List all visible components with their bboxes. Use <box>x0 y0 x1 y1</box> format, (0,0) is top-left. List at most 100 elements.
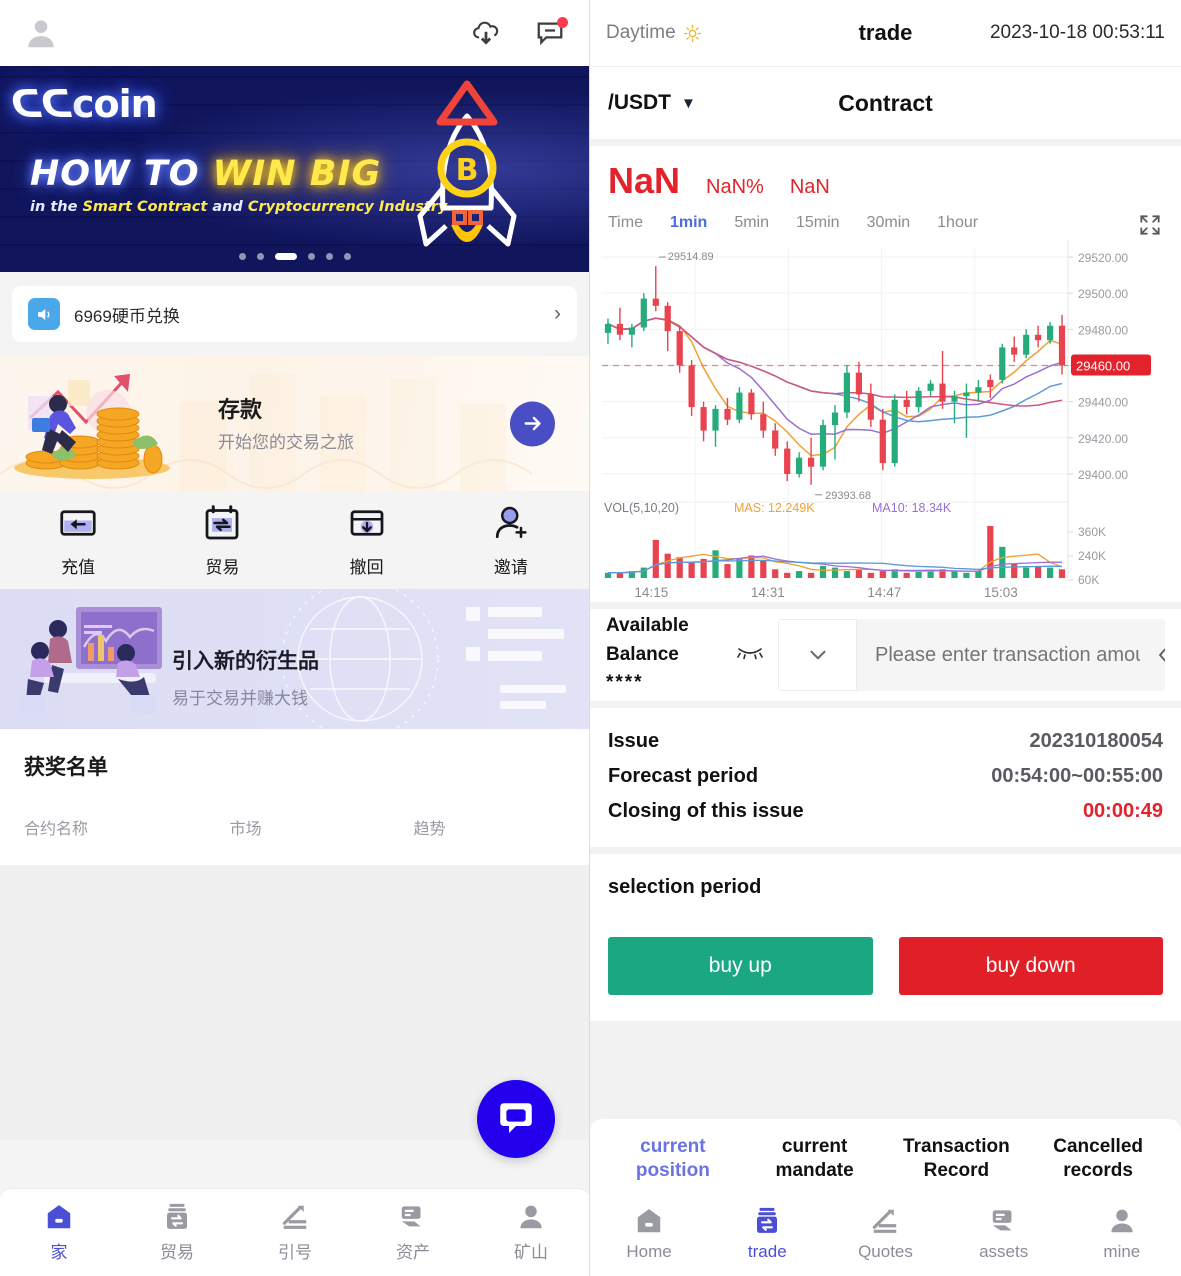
tab-5min[interactable]: 5min <box>734 214 769 232</box>
timeframe-row: Time 1min 5min 15min 30min 1hour <box>590 208 1181 240</box>
sidebar-item-mine[interactable]: 矿山 <box>483 1202 579 1263</box>
buy-up-button[interactable]: buy up <box>608 937 873 995</box>
quick-action-label: 充值 <box>61 557 96 577</box>
fullscreen-expand-icon[interactable] <box>1137 212 1163 243</box>
derivative-subtitle: 易于交易并赚大钱 <box>172 689 308 708</box>
right-bottom-tabbar: Home trade Quotes assets mine <box>590 1192 1181 1276</box>
selection-period-label: selection period <box>608 876 762 898</box>
quotes-icon <box>282 1205 307 1229</box>
price-change-amount: NaN <box>789 176 830 198</box>
quotes-icon <box>873 1209 897 1233</box>
tab-cancelled-records[interactable]: Cancelled records <box>1029 1135 1167 1184</box>
left-bottom-tabbar: 家 贸易 引号 资产 矿山 <box>0 1188 589 1276</box>
winners-col-market: 市场 <box>229 821 262 838</box>
derivative-promo-card[interactable]: 引入新的衍生品 易于交易并赚大钱 <box>0 589 589 729</box>
tab-time[interactable]: Time <box>608 214 643 232</box>
user-avatar-icon[interactable] <box>22 13 62 53</box>
svg-text:29420.00: 29420.00 <box>1078 432 1128 446</box>
svg-text:29460.00: 29460.00 <box>1076 358 1130 373</box>
tab-current-mandate[interactable]: current mandate <box>746 1135 884 1184</box>
brand-logo: ᑐᑐcoin <box>12 82 158 126</box>
banner-title: HOW TO WIN BIG <box>30 154 382 194</box>
announcement-bar[interactable]: 6969硬币兑换 › <box>12 286 577 342</box>
svg-text:29480.00: 29480.00 <box>1078 323 1128 337</box>
winners-col-trend: 趋势 <box>413 821 446 838</box>
info-row-closing: Closing of this issue 00:00:49 <box>608 794 1163 829</box>
available-balance-label: Available Balance **** <box>606 612 724 698</box>
derivative-title: 引入新的衍生品 <box>172 650 319 673</box>
banner-dot[interactable] <box>257 253 264 260</box>
left-header <box>0 0 589 66</box>
banner-dot-active[interactable] <box>275 253 297 260</box>
tab-label: 家 <box>50 1243 68 1262</box>
info-value: 202310180054 <box>1029 730 1163 752</box>
tab-1hour[interactable]: 1hour <box>937 214 978 232</box>
left-app-panel: ᑐᑐcoin HOW TO WIN BIG in the Smart Contr… <box>0 0 590 1276</box>
sidebar-item-assets[interactable]: assets <box>956 1206 1052 1262</box>
invite-user-plus-icon <box>495 506 527 538</box>
chart-block: NaN NaN% NaN Time 1min 5min 15min 30min … <box>590 139 1181 602</box>
right-trade-panel: Daytime trade 2023-10-18 00:53:11 /USDT … <box>590 0 1181 1276</box>
quick-action-invite[interactable]: 邀请 <box>461 503 561 578</box>
svg-text:14:31: 14:31 <box>751 585 785 600</box>
amount-input[interactable] <box>857 619 1158 691</box>
banner-dot[interactable] <box>326 253 333 260</box>
assets-icon <box>401 1206 421 1227</box>
sidebar-item-home[interactable]: 家 <box>11 1202 107 1263</box>
tab-1min[interactable]: 1min <box>670 214 707 232</box>
sidebar-item-home[interactable]: Home <box>601 1206 697 1262</box>
sidebar-item-assets[interactable]: 资产 <box>365 1202 461 1263</box>
info-row-forecast-period: Forecast period 00:54:00~00:55:00 <box>608 759 1163 794</box>
svg-text:VOL(5,10,20): VOL(5,10,20) <box>604 501 679 515</box>
sidebar-item-mine[interactable]: mine <box>1074 1206 1170 1262</box>
backspace-delete-icon[interactable] <box>1158 642 1165 668</box>
home-icon <box>637 1209 661 1233</box>
sidebar-item-quotes[interactable]: Quotes <box>837 1206 933 1262</box>
amount-preset-select[interactable] <box>778 619 857 691</box>
candlestick-chart[interactable]: 29520.00 29500.00 29480.00 29460.00 29440.00… <box>590 240 1181 602</box>
message-bubble-icon[interactable] <box>533 16 568 50</box>
deposit-arrow-button[interactable] <box>510 401 555 446</box>
eye-closed-icon[interactable] <box>736 644 766 667</box>
tab-label: 资产 <box>396 1243 430 1262</box>
svg-text:29520.00: 29520.00 <box>1078 251 1128 265</box>
record-tabs: current position current mandate Transac… <box>590 1135 1181 1192</box>
deposit-subtitle: 开始您的交易之旅 <box>218 433 354 452</box>
svg-text:29514.89: 29514.89 <box>668 251 714 263</box>
daytime-toggle[interactable]: Daytime <box>606 22 702 44</box>
speaker-icon <box>28 298 60 330</box>
tab-15min[interactable]: 15min <box>796 214 840 232</box>
deposit-promo-card[interactable]: 存款 开始您的交易之旅 <box>0 356 589 491</box>
banner-dot[interactable] <box>344 253 351 260</box>
price-change-percent: NaN% <box>706 176 764 198</box>
quick-action-label: 贸易 <box>205 557 240 577</box>
quick-action-recharge[interactable]: 充值 <box>28 503 128 578</box>
banner-dot[interactable] <box>239 253 246 260</box>
tab-30min[interactable]: 30min <box>867 214 911 232</box>
cloud-download-icon[interactable] <box>469 16 503 50</box>
quick-action-trade[interactable]: 贸易 <box>172 503 272 578</box>
winners-col-contract: 合约名称 <box>24 821 89 838</box>
sidebar-item-trade[interactable]: trade <box>719 1206 815 1262</box>
sidebar-item-trade[interactable]: 贸易 <box>129 1202 225 1263</box>
message-badge-dot <box>557 17 568 28</box>
promo-banner[interactable]: ᑐᑐcoin HOW TO WIN BIG in the Smart Contr… <box>0 66 589 272</box>
svg-text:29400.00: 29400.00 <box>1078 468 1128 482</box>
rocket-illustration-icon: B <box>392 76 542 266</box>
tab-transaction-record[interactable]: Transaction Record <box>888 1135 1026 1184</box>
chevron-right-icon[interactable]: › <box>554 302 561 326</box>
quick-action-withdraw[interactable]: 撤回 <box>317 503 417 578</box>
tab-label: 矿山 <box>514 1243 548 1262</box>
tab-current-position[interactable]: current position <box>604 1135 742 1184</box>
tab-label: trade <box>747 1242 787 1261</box>
deposit-title: 存款 <box>218 397 263 422</box>
daytime-label: Daytime <box>606 22 676 43</box>
sidebar-item-quotes[interactable]: 引号 <box>247 1202 343 1263</box>
pair-selector[interactable]: /USDT ▼ <box>608 91 696 115</box>
banner-dots[interactable] <box>0 253 589 260</box>
banner-dot[interactable] <box>308 253 315 260</box>
trade-subbar: /USDT ▼ Contract <box>590 66 1181 139</box>
buy-down-button[interactable]: buy down <box>898 937 1163 995</box>
trade-icon <box>757 1207 778 1233</box>
chat-bubble-icon[interactable] <box>477 1080 555 1158</box>
